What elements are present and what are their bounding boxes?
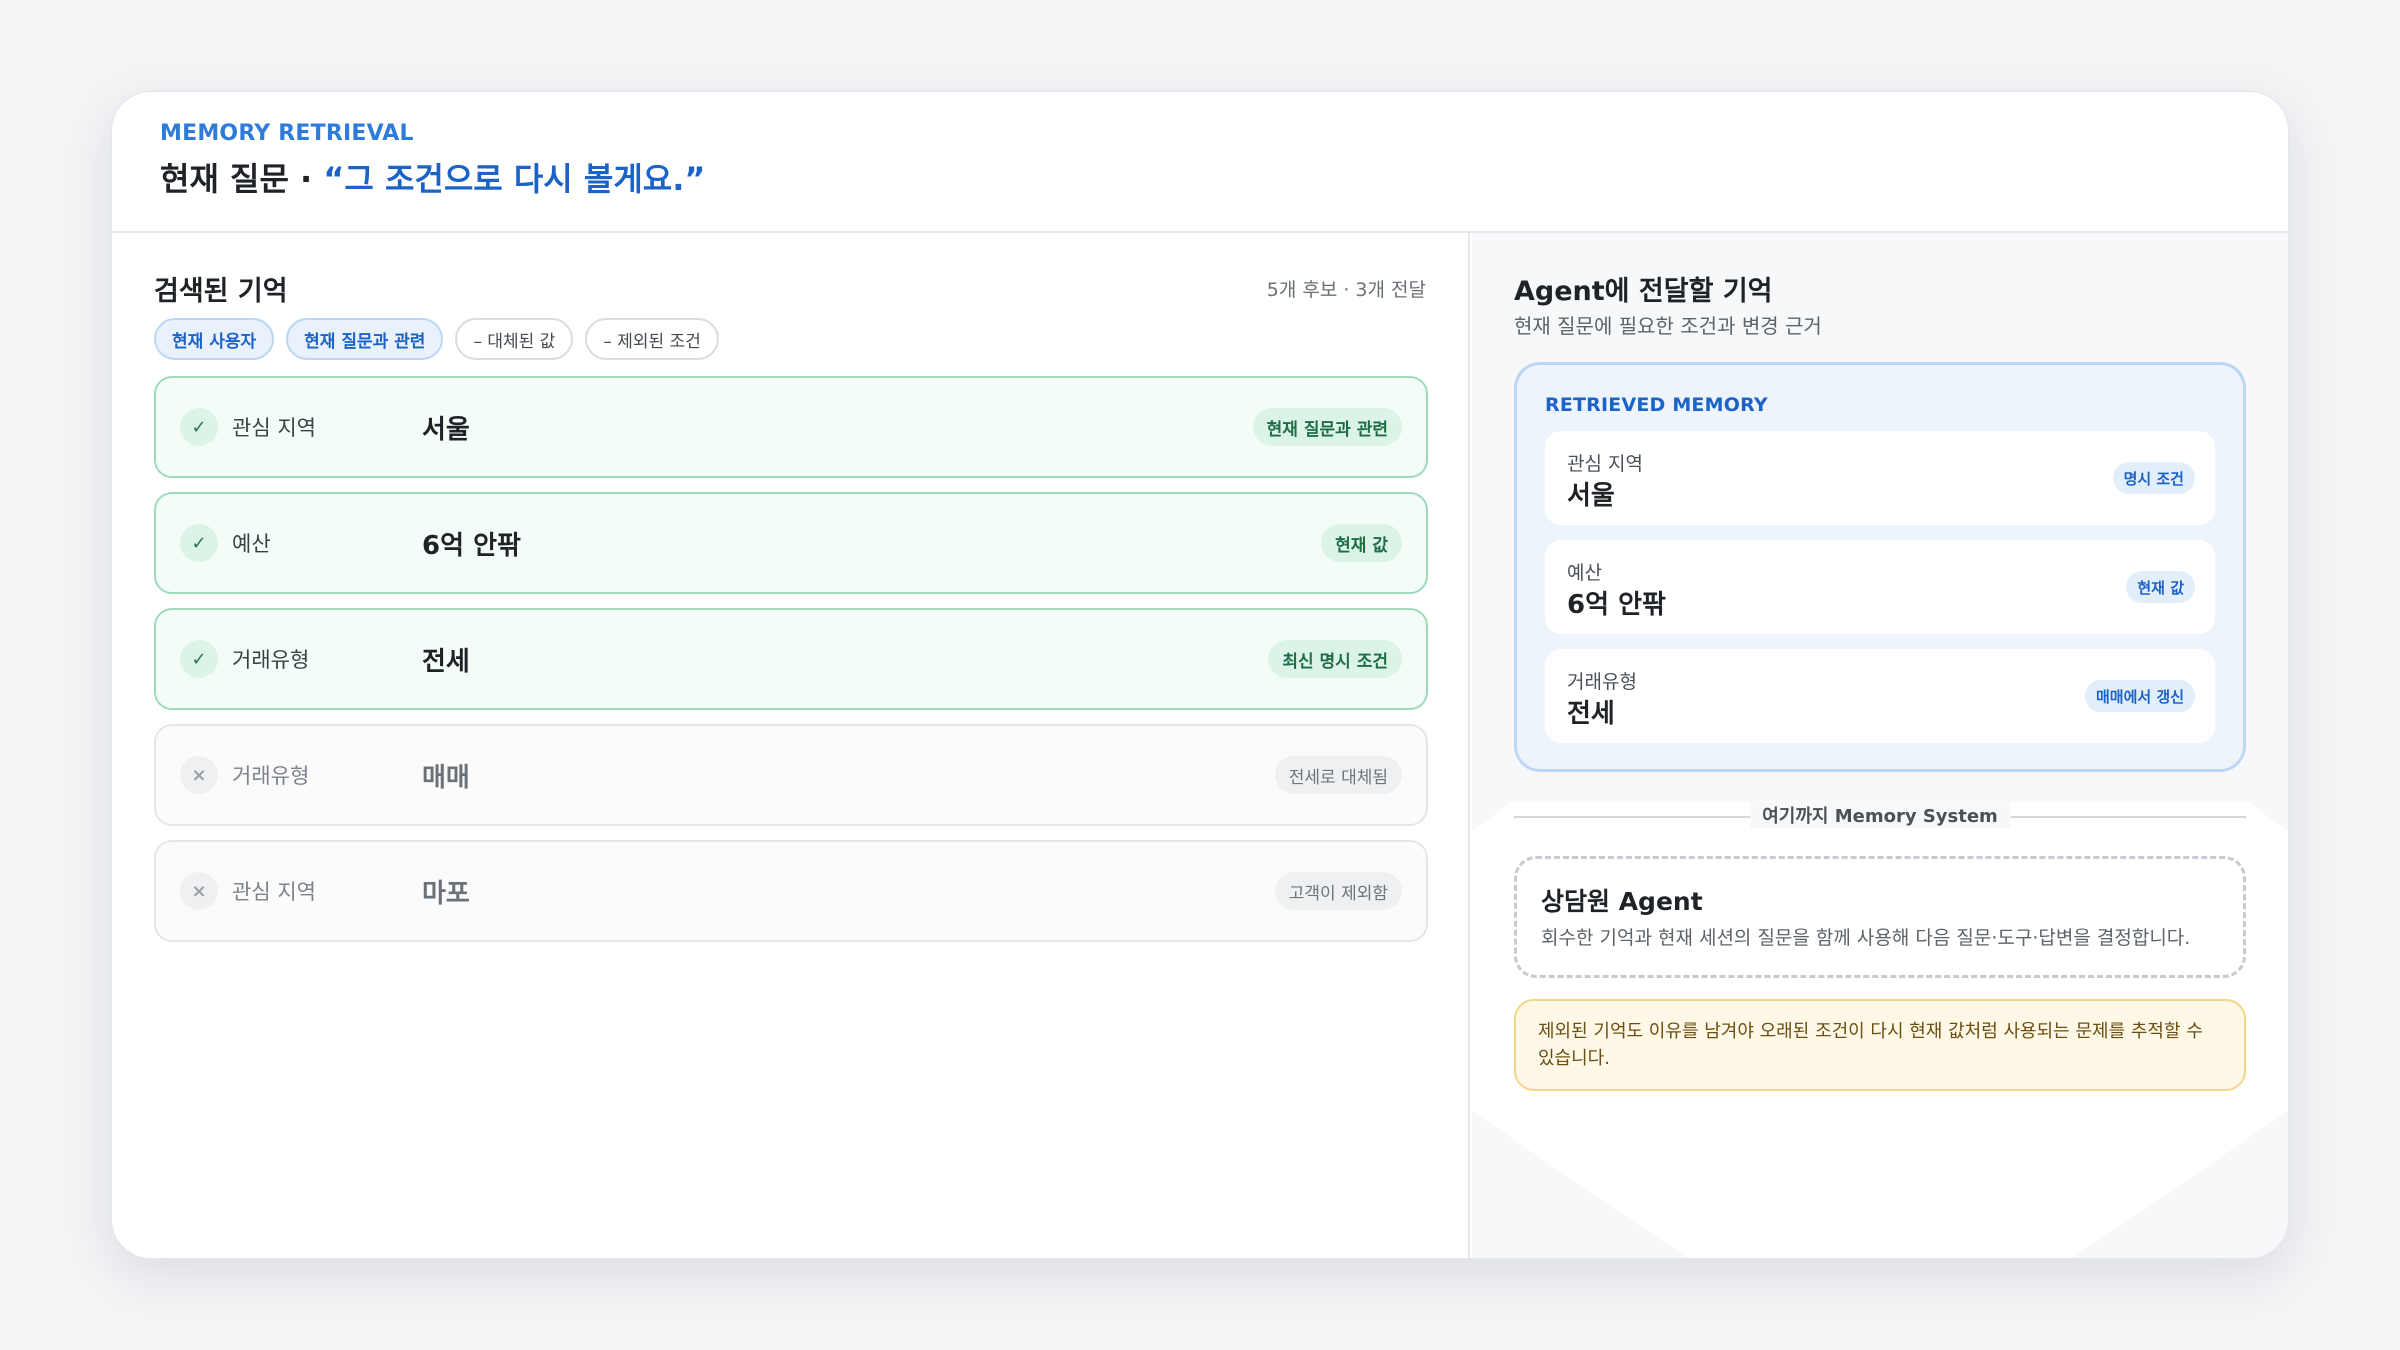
memory-badge: 전세로 대체됨 <box>1274 756 1402 794</box>
memory-list: ✓ 관심 지역 서울 현재 질문과 관련 ✓ 예산 6억 안팎 현재 값 ✓ 거… <box>154 376 1428 956</box>
filter-chip-related[interactable]: 현재 질문과 관련 <box>286 318 444 360</box>
memory-item[interactable]: 거래유형 전세 매매에서 갱신 <box>1545 649 2215 743</box>
memory-label: 예산 <box>232 532 271 556</box>
memory-label: 거래유형 <box>232 764 310 788</box>
memory-item-label: 관심 지역 <box>1567 453 1643 475</box>
page-title: 현재 질문 · “그 조건으로 다시 볼게요.” <box>160 154 705 200</box>
close-icon: × <box>180 872 218 910</box>
title-prefix: 현재 질문 · <box>160 160 324 198</box>
memory-badge: 현재 질문과 관련 <box>1252 408 1402 446</box>
memory-item-label: 예산 <box>1567 562 1602 584</box>
memory-item-badge: 매매에서 갱신 <box>2084 680 2195 712</box>
agent-title: 상담원 Agent <box>1541 887 1703 916</box>
current-question: “그 조건으로 다시 볼게요.” <box>323 160 706 198</box>
retrieved-memory-panel: 검색된 기억 5개 후보 · 3개 전달 현재 사용자 현재 질문과 관련 – … <box>112 233 1470 1258</box>
memory-badge: 고객이 제외함 <box>1274 872 1402 910</box>
memory-value: 마포 <box>422 878 470 909</box>
candidate-count: 5개 후보 · 3개 전달 <box>1266 279 1426 301</box>
memory-item[interactable]: 관심 지역 서울 명시 조건 <box>1545 431 2215 525</box>
retrieved-memory-box: RETRIEVED MEMORY 관심 지역 서울 명시 조건 예산 6억 안팎… <box>1514 362 2246 772</box>
check-icon: ✓ <box>180 524 218 562</box>
memory-label: 관심 지역 <box>232 416 316 440</box>
memory-item-badge: 명시 조건 <box>2112 462 2195 494</box>
memory-row[interactable]: ✓ 관심 지역 서울 현재 질문과 관련 <box>154 376 1428 478</box>
memory-row[interactable]: × 거래유형 매매 전세로 대체됨 <box>154 724 1428 826</box>
section-title: 검색된 기억 <box>154 276 288 307</box>
section-title: Agent에 전달할 기억 <box>1514 276 1773 307</box>
memory-item-value: 전세 <box>1567 699 1615 729</box>
memory-value: 전세 <box>422 646 470 677</box>
filter-chip-replaced[interactable]: – 대체된 값 <box>455 318 574 360</box>
agent-description: 회수한 기억과 현재 세션의 질문을 함께 사용해 다음 질문·도구·답변을 결… <box>1541 927 2191 949</box>
warning-note: 제외된 기억도 이유를 남겨야 오래된 조건이 다시 현재 값처럼 사용되는 문… <box>1514 999 2246 1091</box>
agent-memory-panel: Agent에 전달할 기억 현재 질문에 필요한 조건과 변경 근거 RETRI… <box>1472 233 2288 1258</box>
header: MEMORY RETRIEVAL 현재 질문 · “그 조건으로 다시 볼게요.… <box>112 92 2288 233</box>
memory-label: 거래유형 <box>232 648 310 672</box>
memory-item-value: 서울 <box>1567 481 1615 511</box>
memory-item[interactable]: 예산 6억 안팎 현재 값 <box>1545 540 2215 634</box>
check-icon: ✓ <box>180 640 218 678</box>
section-subtitle: 현재 질문에 필요한 조건과 변경 근거 <box>1514 314 1822 338</box>
filter-chip-excluded[interactable]: – 제외된 조건 <box>585 318 719 360</box>
memory-value: 매매 <box>422 762 470 793</box>
memory-item-value: 6억 안팎 <box>1567 590 1666 620</box>
divider-label: 여기까지 Memory System <box>1750 802 2010 828</box>
memory-row[interactable]: ✓ 예산 6억 안팎 현재 값 <box>154 492 1428 594</box>
memory-value: 6억 안팎 <box>422 530 521 561</box>
check-icon: ✓ <box>180 408 218 446</box>
memory-row[interactable]: × 관심 지역 마포 고객이 제외함 <box>154 840 1428 942</box>
memory-item-badge: 현재 값 <box>2126 571 2195 603</box>
memory-value: 서울 <box>422 414 470 445</box>
memory-retrieval-card: MEMORY RETRIEVAL 현재 질문 · “그 조건으로 다시 볼게요.… <box>111 91 2289 1259</box>
memory-row[interactable]: ✓ 거래유형 전세 최신 명시 조건 <box>154 608 1428 710</box>
eyebrow-label: MEMORY RETRIEVAL <box>160 121 414 146</box>
memory-item-label: 거래유형 <box>1567 671 1637 693</box>
memory-system-divider: 여기까지 Memory System <box>1514 802 2246 832</box>
memory-box-heading: RETRIEVED MEMORY <box>1545 394 1768 416</box>
filter-chips: 현재 사용자 현재 질문과 관련 – 대체된 값 – 제외된 조건 <box>154 318 719 360</box>
filter-chip-current-user[interactable]: 현재 사용자 <box>154 318 275 360</box>
close-icon: × <box>180 756 218 794</box>
memory-label: 관심 지역 <box>232 880 316 904</box>
memory-badge: 현재 값 <box>1321 524 1402 562</box>
memory-badge: 최신 명시 조건 <box>1268 640 1402 678</box>
agent-box: 상담원 Agent 회수한 기억과 현재 세션의 질문을 함께 사용해 다음 질… <box>1514 856 2246 978</box>
